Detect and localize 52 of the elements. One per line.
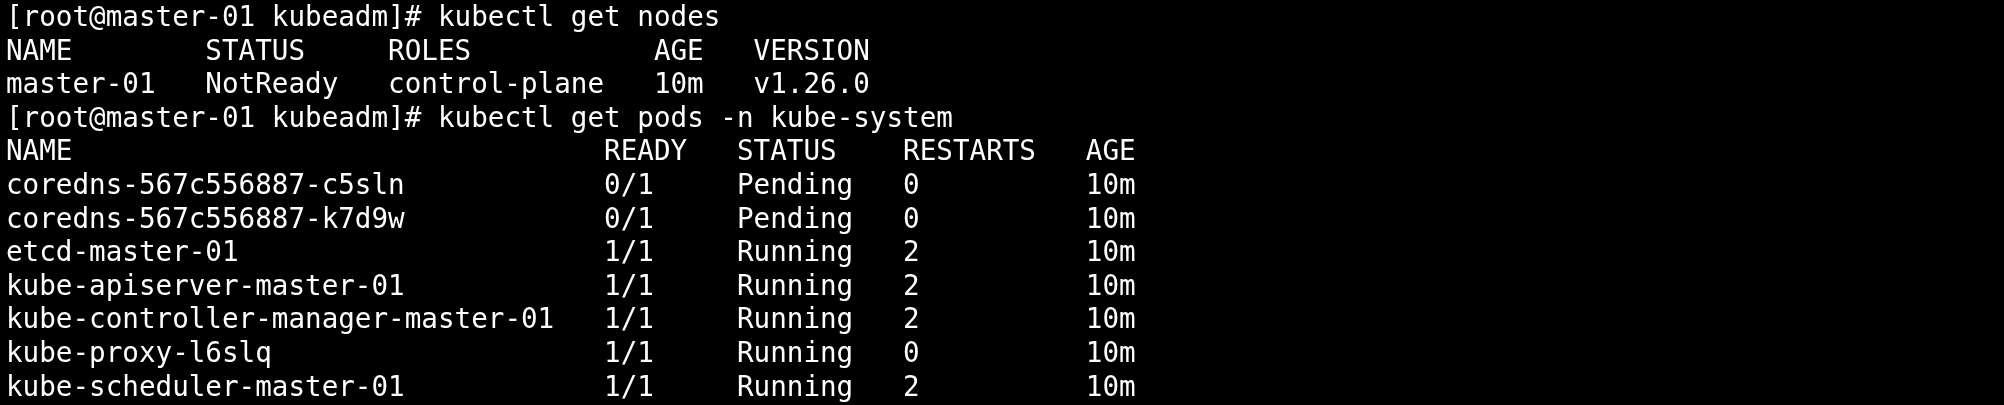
table-cell: 10m: [1085, 302, 1136, 336]
table-cell: kube-scheduler-master-01: [6, 369, 405, 404]
table-cell: 1/1: [604, 369, 654, 404]
table-cell: v1.26.0: [753, 67, 870, 101]
table-cell: kube-proxy-l6slq: [6, 335, 272, 370]
table-cell: Pending: [736, 201, 854, 236]
table-cell: 2: [903, 302, 920, 336]
table-cell: 10m: [1085, 167, 1136, 202]
table-cell: 0: [903, 201, 920, 236]
table-cell: Running: [736, 302, 854, 336]
table-cell: 10m: [1085, 335, 1136, 370]
table-cell: 2: [903, 369, 920, 404]
table-cell: NotReady: [205, 67, 339, 101]
table-cell: Running: [736, 268, 854, 303]
column-header: ROLES: [388, 33, 472, 68]
table-cell: 10m: [1085, 235, 1136, 269]
table-cell: 0/1: [604, 201, 654, 236]
table-cell: 1/1: [604, 235, 654, 269]
column-header: STATUS: [736, 134, 837, 168]
table-cell: 10m: [1085, 369, 1136, 404]
table-cell: 10m: [1085, 201, 1136, 236]
table-cell: Running: [736, 369, 854, 404]
table-cell: 1/1: [604, 268, 654, 303]
column-header: STATUS: [205, 33, 306, 68]
table-cell: Pending: [736, 167, 854, 202]
table-cell: kube-controller-manager-master-01: [6, 302, 555, 336]
table-cell: 0: [903, 167, 920, 202]
table-cell: Running: [736, 235, 854, 269]
table-cell: 1/1: [604, 335, 654, 370]
command-line: [root@master-01 kubeadm]# kubectl get nodes: [6, 0, 721, 34]
column-header: NAME: [6, 33, 73, 68]
table-cell: etcd-master-01: [6, 235, 239, 269]
table-cell: master-01: [6, 67, 156, 101]
column-header: READY: [604, 134, 688, 168]
table-cell: 0/1: [604, 167, 654, 202]
table-cell: 0: [903, 335, 920, 370]
table-cell: coredns-567c556887-k7d9w: [6, 201, 405, 236]
table-cell: kube-apiserver-master-01: [6, 268, 405, 303]
table-cell: 10m: [1085, 268, 1136, 303]
column-header: VERSION: [753, 33, 870, 68]
column-header: AGE: [653, 33, 704, 68]
table-cell: Running: [736, 335, 854, 370]
column-header: AGE: [1085, 134, 1136, 168]
table-cell: 2: [903, 268, 920, 303]
table-cell: 10m: [653, 67, 704, 101]
table-cell: coredns-567c556887-c5sln: [6, 167, 405, 202]
table-cell: 2: [903, 235, 920, 269]
table-cell: 1/1: [604, 302, 654, 336]
table-cell: control-plane: [388, 67, 605, 101]
column-header: NAME: [6, 134, 73, 168]
column-header: RESTARTS: [903, 134, 1036, 168]
command-line: [root@master-01 kubeadm]# kubectl get pods -n kube-system: [6, 100, 953, 135]
